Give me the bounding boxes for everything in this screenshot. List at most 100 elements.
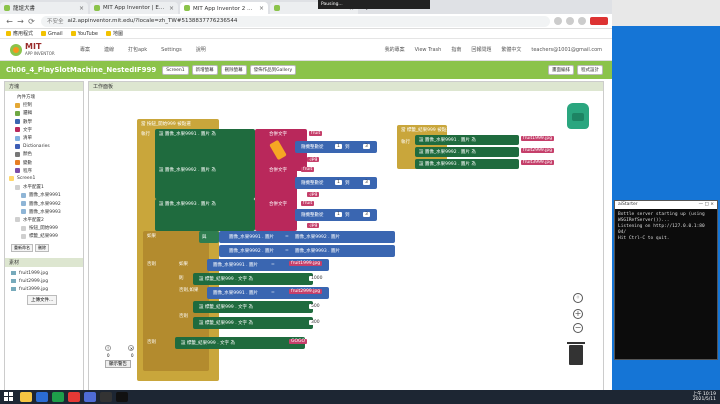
bookmark-maps[interactable]: 地圖 [105, 30, 123, 37]
edge-icon[interactable] [36, 392, 48, 402]
tab-2[interactable]: MIT App Inventor | Explore MIT× [90, 2, 178, 14]
blocks-panel: 方塊 內件方塊 控制 邏輯 數學 文字 清單 Dictionaries 顏色 變數 程序 Scree… [4, 81, 84, 391]
youtube-icon [70, 31, 76, 36]
window-controls[interactable]: — □ × [699, 202, 714, 208]
menu-connect[interactable]: 連線 [104, 46, 114, 53]
excel-icon[interactable] [52, 392, 64, 402]
error-icon: × [128, 345, 135, 351]
workspace-canvas[interactable]: 當 按鈕_開始999 被點選 執行 設 圖像_水果9991 . 圖片 為 合併文… [89, 91, 603, 390]
bookmark-gmail[interactable]: Gmail [41, 31, 63, 37]
close-icon[interactable]: × [79, 5, 84, 12]
tree-item[interactable]: 內件方塊 [9, 93, 79, 101]
tree-item[interactable]: 文字 [9, 126, 79, 134]
show-warnings-button[interactable]: 顯示警告 [105, 360, 131, 368]
category-color-icon [15, 168, 20, 174]
tree-item[interactable]: 控制 [9, 101, 79, 109]
url-field[interactable]: 不安全 ai2.appinventor.mit.edu/?locale=zh_T… [41, 15, 550, 27]
media-item[interactable]: fruit2999.jpg [11, 277, 77, 285]
tree-item[interactable]: Screen1 [9, 175, 79, 183]
category-color-icon [15, 151, 20, 157]
obs-icon[interactable] [100, 392, 112, 402]
project-name: Ch06_4_PlaySlotMachine_NestedIF999 [6, 66, 157, 74]
category-color-icon [15, 135, 20, 141]
extension-icon[interactable] [554, 17, 562, 25]
tree-item[interactable]: 顏色 [9, 150, 79, 158]
tree-item[interactable]: 水平配置2 [9, 216, 79, 224]
link-guide[interactable]: 指南 [451, 46, 461, 53]
desktop-toolbar [612, 0, 720, 26]
link-my-projects[interactable]: 我的專案 [385, 46, 405, 53]
account-menu[interactable]: teachers@1001@gmail.com [531, 47, 602, 53]
backpack-icon[interactable] [567, 103, 589, 129]
blocks-workspace[interactable]: 工作面板 當 按鈕_開始999 被點選 執行 設 圖像_水果9991 . 圖片 … [88, 81, 604, 391]
tree-item[interactable]: 按鈕_開始999 [9, 224, 79, 232]
extension-icon[interactable] [566, 17, 574, 25]
zoom-out-icon[interactable]: − [573, 323, 583, 333]
tree-item[interactable]: 變數 [9, 159, 79, 167]
close-icon[interactable]: × [259, 5, 264, 12]
publish-gallery-button[interactable]: 發佈作品到Gallery [249, 65, 297, 75]
link-view-trash[interactable]: View Trash [415, 47, 442, 53]
designer-button[interactable]: 畫面編排 [548, 65, 574, 75]
tab-1[interactable]: 龍誼犬書 × [0, 2, 88, 14]
menu-settings[interactable]: Settings [161, 47, 182, 53]
tab-3[interactable]: MIT App Inventor 2 電腦版 × [180, 2, 268, 14]
tree-item[interactable]: 邏輯 [9, 109, 79, 117]
back-icon[interactable]: ← [4, 17, 15, 26]
security-label: 不安全 [47, 19, 64, 25]
close-icon[interactable]: × [169, 5, 174, 12]
menu-build[interactable]: 打包apk [128, 46, 147, 53]
menu-help[interactable]: 說明 [196, 46, 206, 53]
category-color-icon [15, 102, 20, 108]
terminal-icon[interactable] [116, 392, 128, 402]
category-color-icon [21, 233, 26, 239]
zoom-in-icon[interactable]: + [573, 309, 583, 319]
media-item[interactable]: fruit3999.jpg [11, 285, 77, 293]
language-select[interactable]: 繁體中文 [501, 46, 521, 53]
favicon-icon [184, 5, 190, 11]
trash-icon[interactable] [567, 342, 585, 365]
category-color-icon [21, 209, 26, 215]
forward-icon[interactable]: → [15, 17, 26, 26]
url-text: ai2.appinventor.mit.edu/?locale=zh_TW#51… [67, 18, 238, 24]
aistarter-console-window[interactable]: aiStarter — □ × Bottle server starting u… [614, 200, 718, 360]
menu-projects[interactable]: 專案 [80, 46, 90, 53]
tree-item[interactable]: 水平配置1 [9, 183, 79, 191]
tree-item[interactable]: Dictionaries [9, 142, 79, 150]
tree-item[interactable]: 標籤_結果999 [9, 232, 79, 240]
tree-item[interactable]: 清單 [9, 134, 79, 142]
bookmark-youtube[interactable]: YouTube [70, 31, 98, 37]
category-color-icon [9, 94, 14, 100]
reload-icon[interactable]: ⟳ [26, 17, 37, 26]
workspace-title: 工作面板 [89, 82, 603, 91]
delete-button[interactable]: 刪除 [35, 244, 49, 253]
zoom-reset-icon[interactable]: ◦ [573, 293, 583, 303]
tree-item[interactable]: 程序 [9, 167, 79, 175]
add-screen-button[interactable]: 新增螢幕 [191, 65, 218, 75]
tree-item[interactable]: 圖像_水果9992 [9, 199, 79, 207]
tree-item[interactable]: 圖像_水果9991 [9, 191, 79, 199]
do-label: 執行 [141, 132, 150, 137]
update-badge[interactable] [590, 17, 608, 25]
bookmark-apps[interactable]: 應用程式 [6, 30, 33, 37]
category-color-icon [15, 160, 20, 166]
screen-select[interactable]: Screen1 [162, 65, 189, 75]
file-explorer-icon[interactable] [20, 392, 32, 402]
tree-buttons: 重新命名 刪除 [5, 242, 83, 254]
remove-screen-button[interactable]: 刪除螢幕 [220, 65, 247, 75]
app-icon[interactable] [84, 392, 96, 402]
rename-button[interactable]: 重新命名 [11, 244, 33, 253]
image-icon [11, 287, 16, 292]
media-item[interactable]: fruit1999.jpg [11, 269, 77, 277]
tree-item[interactable]: 數學 [9, 118, 79, 126]
chrome-icon[interactable] [68, 392, 80, 402]
favicon-icon [4, 5, 10, 11]
tree-item[interactable]: 圖像_水果9993 [9, 208, 79, 216]
start-icon[interactable] [4, 392, 14, 402]
profile-icon[interactable] [578, 17, 586, 25]
link-report-issue[interactable]: 回報問題 [471, 46, 491, 53]
blocks-button[interactable]: 程式設計 [577, 65, 603, 75]
upload-file-button[interactable]: 上傳文件... [27, 295, 58, 306]
system-clock[interactable]: 上午 10:19 2021/5/11 [693, 392, 716, 402]
mit-app-inventor-logo[interactable]: MIT APP INVENTOR [10, 43, 80, 56]
